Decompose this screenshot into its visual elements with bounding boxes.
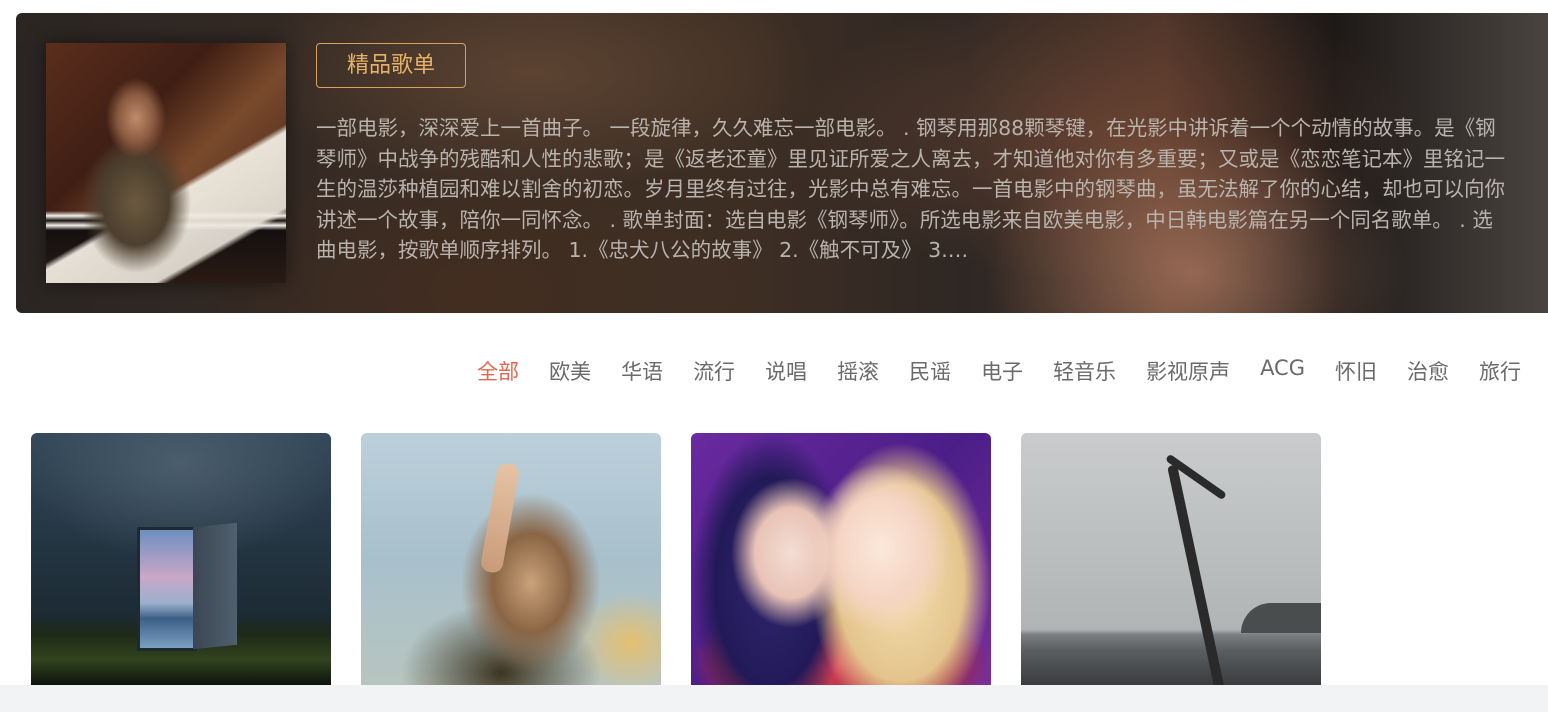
door-leaf-detail <box>193 522 237 650</box>
category-tab-chinese[interactable]: 华语 <box>621 356 663 386</box>
category-tabs: 全部 欧美 华语 流行 说唱 摇滚 民谣 电子 轻音乐 影视原声 ACG 怀旧 … <box>447 356 1521 386</box>
category-tab-electronic[interactable]: 电子 <box>981 356 1023 386</box>
category-tab-all[interactable]: 全部 <box>477 356 519 386</box>
category-tab-rock[interactable]: 摇滚 <box>837 356 879 386</box>
category-tab-pop[interactable]: 流行 <box>693 356 735 386</box>
category-tab-soundtrack[interactable]: 影视原声 <box>1146 356 1230 386</box>
playlist-description: 一部电影，深深爱上一首曲子。 一段旋律，久久难忘一部电影。 . 钢琴用那88颗琴… <box>316 116 1505 262</box>
playlist-card[interactable] <box>691 433 991 685</box>
category-tab-light-music[interactable]: 轻音乐 <box>1053 356 1116 386</box>
bottom-bar <box>0 685 1548 712</box>
category-tab-travel[interactable]: 旅行 <box>1479 356 1521 386</box>
featured-playlist-banner[interactable]: 精品歌单 一部电影，深深爱上一首曲子。 一段旋律，久久难忘一部电影。 . 钢琴用… <box>16 13 1548 313</box>
category-tab-western[interactable]: 欧美 <box>549 356 591 386</box>
playlist-card[interactable] <box>31 433 331 685</box>
category-tab-rap[interactable]: 说唱 <box>765 356 807 386</box>
category-tab-nostalgia[interactable]: 怀旧 <box>1335 356 1377 386</box>
sea-stack-detail <box>1241 603 1321 633</box>
featured-playlist-tag[interactable]: 精品歌单 <box>316 43 466 88</box>
category-tab-folk[interactable]: 民谣 <box>909 356 951 386</box>
category-tab-acg[interactable]: ACG <box>1260 356 1305 386</box>
playlist-card[interactable] <box>361 433 661 685</box>
driftwood-detail <box>1167 464 1225 685</box>
playlist-cover-image[interactable] <box>46 43 286 283</box>
category-tab-healing[interactable]: 治愈 <box>1407 356 1449 386</box>
door-image-detail <box>137 527 197 651</box>
playlist-card[interactable] <box>1021 433 1321 685</box>
raised-arm-detail <box>479 461 521 575</box>
